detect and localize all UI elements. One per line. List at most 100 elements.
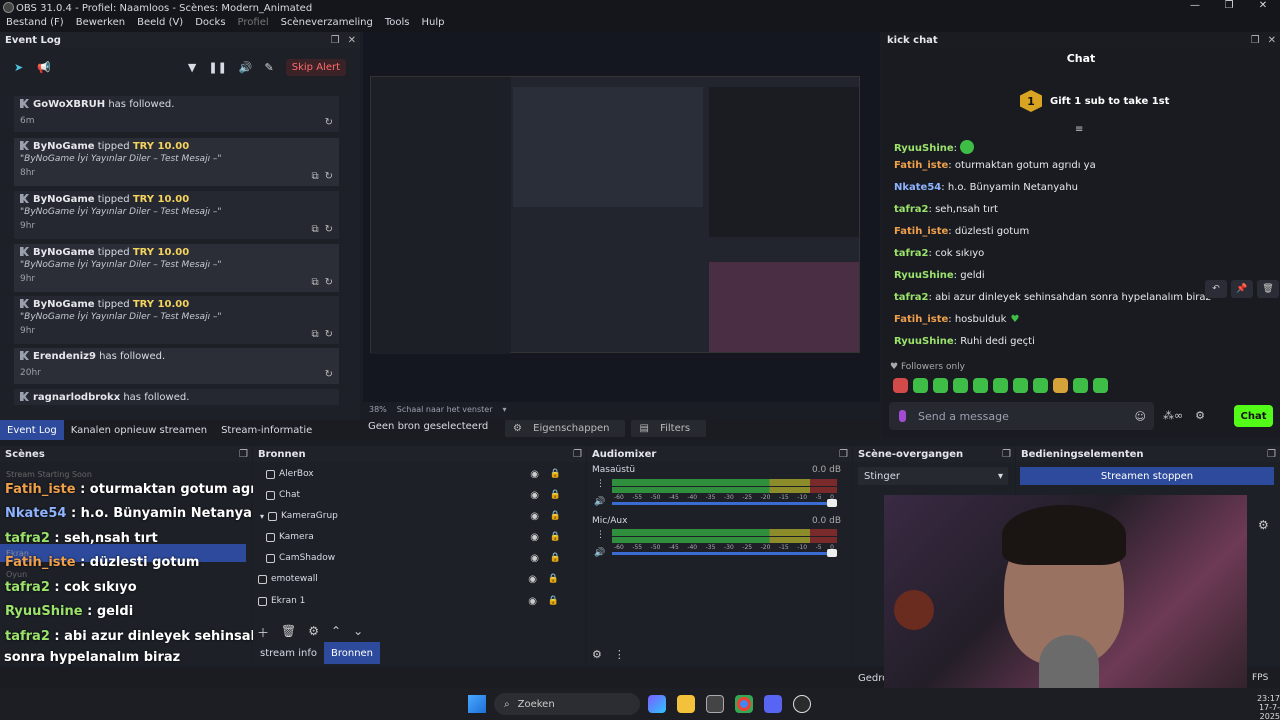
emote-icon[interactable] <box>1093 378 1108 393</box>
source-item[interactable]: Ekran 1 ◉ 🔒 <box>258 591 573 611</box>
source-group[interactable]: ▾ KameraGrup ◉ 🔒 <box>260 506 575 526</box>
send-message-input[interactable]: Send a message ☺ <box>889 402 1154 430</box>
undock-icon[interactable]: ❐ <box>839 449 848 460</box>
replay-icon[interactable]: ↻ <box>325 171 333 182</box>
replay-icon[interactable]: ↻ <box>325 329 333 340</box>
menu-bestand[interactable]: Bestand (F) <box>0 16 70 32</box>
taskbar-search[interactable]: ⌕ Zoeken <box>494 693 640 715</box>
source-item[interactable]: emotewall ◉ 🔒 <box>258 569 573 589</box>
speaker-icon[interactable]: 🔊 <box>594 497 605 507</box>
chat-message[interactable]: RyuuShine: geldi <box>894 270 985 281</box>
source-item[interactable]: AlerBox ◉ 🔒 <box>260 464 575 484</box>
copy-icon[interactable]: ⧉ <box>311 329 318 340</box>
lock-icon[interactable]: 🔒 <box>550 532 561 542</box>
undock-icon[interactable]: ❐ <box>573 449 582 460</box>
tab-stream-info[interactable]: Stream-informatie <box>214 420 319 440</box>
mute-alerts-icon[interactable]: ✎ <box>265 61 274 74</box>
close-dock-icon[interactable]: ✕ <box>1268 35 1276 46</box>
move-down-icon[interactable]: ⌄ <box>353 624 363 641</box>
send-icon[interactable]: ➤ <box>14 61 23 74</box>
gear-icon[interactable]: ⚙ <box>308 624 319 641</box>
copy-icon[interactable]: ⧉ <box>311 171 318 182</box>
visibility-eye-icon[interactable]: ◉ <box>530 469 539 480</box>
chat-message[interactable]: RyuuShine: <box>894 140 975 154</box>
copy-icon[interactable]: ⧉ <box>311 277 318 288</box>
undock-icon[interactable]: ❐ <box>1267 449 1276 460</box>
lock-icon[interactable]: 🔒 <box>550 490 561 500</box>
trash-icon[interactable]: 🗑 <box>281 624 296 641</box>
lock-icon[interactable]: 🔒 <box>550 469 561 479</box>
menu-bewerken[interactable]: Bewerken <box>70 16 131 32</box>
emoji-icon[interactable]: ☺ <box>1135 410 1146 423</box>
visibility-eye-icon[interactable]: ◉ <box>530 553 539 564</box>
menu-sceneverzameling[interactable]: Scèneverzameling <box>275 16 379 32</box>
emote-icon[interactable] <box>973 378 988 393</box>
chat-message[interactable]: Nkate54: h.o. Bünyamin Netanyahu <box>894 182 1078 193</box>
file-explorer-icon[interactable] <box>677 695 695 713</box>
undock-icon[interactable]: ❐ <box>239 449 248 460</box>
zoom-dropdown-icon[interactable]: ▾ <box>503 405 507 414</box>
chat-message[interactable]: tafra2: abi azur dinleyek sehinsahdan so… <box>894 292 1211 303</box>
emote-icon[interactable] <box>953 378 968 393</box>
move-up-icon[interactable]: ⌃ <box>331 624 341 641</box>
replay-icon[interactable]: ↻ <box>325 369 333 380</box>
settings-gear-icon[interactable]: ⚙ <box>1258 518 1269 532</box>
chat-username[interactable]: RyuuShine <box>894 270 954 281</box>
menu-beeld[interactable]: Beeld (V) <box>131 16 189 32</box>
emote-icon[interactable] <box>1053 378 1068 393</box>
pause-icon[interactable]: ❚❚ <box>208 61 226 74</box>
source-item[interactable]: CamShadow ◉ 🔒 <box>260 548 575 568</box>
tab-event-log[interactable]: Event Log <box>0 420 64 440</box>
visibility-eye-icon[interactable]: ◉ <box>530 490 539 501</box>
visibility-eye-icon[interactable]: ◉ <box>530 532 539 543</box>
source-item[interactable]: Chat ◉ 🔒 <box>260 485 575 505</box>
visibility-eye-icon[interactable]: ◉ <box>528 596 537 607</box>
scene-item[interactable]: Oyun <box>6 570 27 579</box>
replay-icon[interactable]: ↻ <box>325 277 333 288</box>
pin-icon[interactable]: 📌 <box>1231 280 1253 298</box>
volume-icon[interactable]: 🔊 <box>239 61 253 74</box>
megaphone-icon[interactable]: 📢 <box>37 61 51 74</box>
undock-icon[interactable]: ❐ <box>1002 449 1011 460</box>
close-icon[interactable]: ✕ <box>1246 0 1280 11</box>
chat-username[interactable]: RyuuShine <box>894 336 954 347</box>
chat-message[interactable]: tafra2: seh,nsah tırt <box>894 204 998 215</box>
lock-icon[interactable]: 🔒 <box>548 574 559 584</box>
emote-icon[interactable] <box>893 378 908 393</box>
chat-username[interactable]: Fatih_iste <box>894 314 948 325</box>
tab-bronnen[interactable]: Bronnen <box>323 642 381 664</box>
filter-icon[interactable]: ▼ <box>188 61 196 74</box>
skip-alert-button[interactable]: Skip Alert <box>285 58 346 76</box>
chat-username[interactable]: Nkate54 <box>894 182 941 193</box>
undock-icon[interactable]: ❐ <box>331 35 340 46</box>
chat-username[interactable]: Fatih_iste <box>894 226 948 237</box>
chat-message[interactable]: tafra2: cok sıkıyo <box>894 248 984 259</box>
channel-menu-icon[interactable]: ⋮ <box>596 479 605 489</box>
mixer-menu-icon[interactable]: ⋮ <box>614 648 625 661</box>
volume-slider[interactable] <box>612 499 837 507</box>
chat-username[interactable]: tafra2 <box>894 204 929 215</box>
replay-icon[interactable]: ↻ <box>325 117 333 128</box>
minimize-icon[interactable]: — <box>1178 0 1212 11</box>
clock[interactable]: 23:17 17-7-2025 <box>1244 694 1280 720</box>
chat-username[interactable]: Fatih_iste <box>894 160 948 171</box>
copilot-icon[interactable] <box>648 695 666 713</box>
emote-icon[interactable] <box>1073 378 1088 393</box>
community-icon[interactable]: ⁂∞ <box>1163 409 1183 422</box>
chat-message[interactable]: RyuuShine: Ruhi dedi geçti <box>894 336 1035 347</box>
emote-icon[interactable] <box>993 378 1008 393</box>
chat-username[interactable]: tafra2 <box>894 292 929 303</box>
menu-hulp[interactable]: Hulp <box>415 16 450 32</box>
chat-send-button[interactable]: Chat <box>1234 405 1273 427</box>
transition-select[interactable]: Stinger ▾ <box>858 467 1008 485</box>
preview-canvas[interactable] <box>370 76 860 354</box>
menu-docks[interactable]: Docks <box>189 16 231 32</box>
reply-icon[interactable]: ↶ <box>1205 280 1227 298</box>
expand-icon[interactable]: ▾ <box>260 512 264 521</box>
gift-sub-banner[interactable]: 1 Gift 1 sub to take 1st <box>1020 90 1169 112</box>
chrome-icon[interactable] <box>735 695 753 713</box>
chat-message[interactable]: Fatih_iste: düzlesti gotum <box>894 226 1029 237</box>
chat-message[interactable]: Fatih_iste: hosbulduk ♥ <box>894 314 1019 325</box>
undock-icon[interactable]: ❐ <box>1251 35 1260 46</box>
scene-item[interactable]: Stream Starting Soon <box>6 470 92 479</box>
